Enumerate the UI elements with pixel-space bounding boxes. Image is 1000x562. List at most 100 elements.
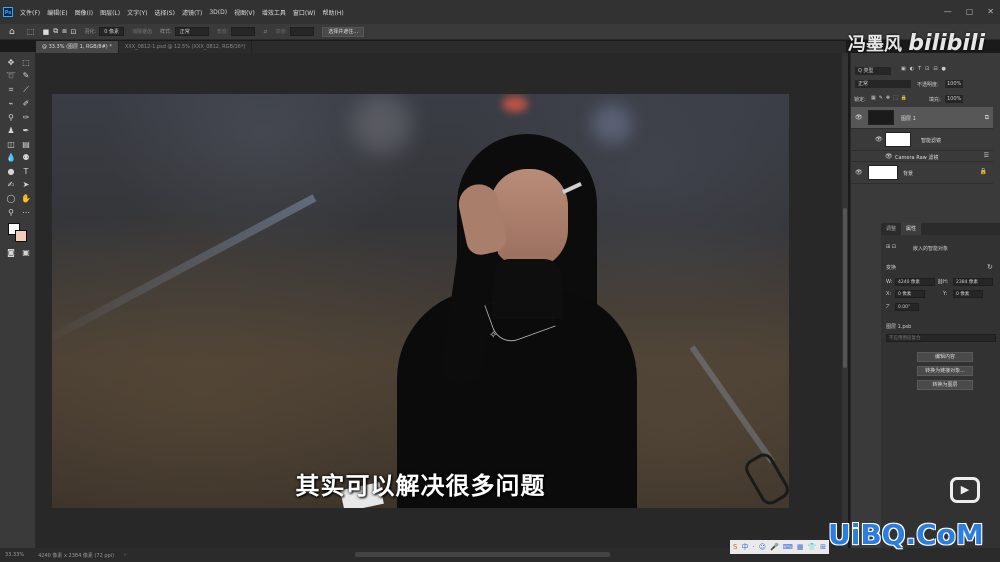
layer-comps-select[interactable]: 不应用图层复合 bbox=[886, 334, 996, 342]
type-tool-icon[interactable]: T bbox=[19, 165, 33, 178]
fill-input[interactable]: 100% bbox=[945, 95, 964, 103]
ellipse-tool-icon[interactable]: ◯ bbox=[4, 192, 18, 205]
lock-icons[interactable]: ▦✎✥⬚🔒 bbox=[871, 95, 910, 101]
menu-type[interactable]: 文字(Y) bbox=[127, 8, 147, 17]
edit-contents-button[interactable]: 编辑内容 bbox=[917, 352, 973, 362]
width-field[interactable]: 4240 像素 bbox=[895, 278, 935, 286]
zoom-tool-icon[interactable]: ⚲ bbox=[4, 206, 18, 219]
brush-tool-icon[interactable]: ✐ bbox=[19, 97, 33, 110]
keyboard-icon[interactable]: ⌨ bbox=[783, 543, 793, 551]
eye-icon[interactable]: 👁 bbox=[875, 136, 883, 143]
menu-layer[interactable]: 图层(L) bbox=[100, 8, 120, 17]
punctuation-icon[interactable]: · bbox=[752, 543, 754, 551]
layer-row-smart-filters[interactable]: 👁 智能滤镜 bbox=[851, 129, 993, 151]
status-menu-icon[interactable]: › bbox=[124, 552, 126, 558]
move-tool-icon[interactable]: ✥ bbox=[4, 56, 18, 69]
swap-icon[interactable]: ⇄ bbox=[263, 29, 267, 35]
menu-select[interactable]: 选择(S) bbox=[154, 8, 175, 17]
antialias-checkbox[interactable]: 消除锯齿 bbox=[132, 28, 152, 35]
tab-properties[interactable]: 属性 bbox=[901, 223, 922, 235]
style-select[interactable]: 正常 bbox=[174, 27, 209, 36]
menu-plugins[interactable]: 增效工具 bbox=[262, 8, 286, 17]
art-history-tool-icon[interactable]: ✒ bbox=[19, 124, 33, 137]
eraser-tool-icon[interactable]: ◫ bbox=[4, 138, 18, 151]
angle-field[interactable]: 0.00° bbox=[895, 303, 919, 311]
background-color-swatch[interactable] bbox=[15, 230, 27, 242]
menu-image[interactable]: 图像(I) bbox=[75, 8, 93, 17]
eyedropper-tool-icon[interactable]: ⟋ bbox=[19, 83, 33, 96]
history-brush-tool-icon[interactable]: ✑ bbox=[19, 111, 33, 124]
dodge-tool-icon[interactable]: ⚉ bbox=[19, 151, 33, 164]
more-tools-icon[interactable]: ⋯ bbox=[19, 206, 33, 219]
hand-tool-icon[interactable]: ✋ bbox=[19, 192, 33, 205]
filter-icons[interactable]: ▣◐T⊡⊟● bbox=[901, 66, 950, 72]
convert-to-layers-button[interactable]: 转换为图层 bbox=[917, 380, 973, 390]
zoom-level[interactable]: 33.33% bbox=[5, 552, 24, 558]
menu-grid-icon[interactable]: ⊞ bbox=[820, 543, 826, 551]
canvas-vertical-scrollbar[interactable] bbox=[842, 53, 848, 548]
menu-edit[interactable]: 编辑(E) bbox=[47, 8, 67, 17]
width-input[interactable] bbox=[231, 27, 256, 36]
canvas-area[interactable]: ✧ 其实可以解决很多问题 bbox=[36, 53, 846, 548]
eye-icon[interactable]: 👁 bbox=[855, 114, 863, 121]
tab-document-2[interactable]: XXX_0812-1.psd @ 12.5% (XXX_0812, RGB/16… bbox=[119, 41, 253, 53]
height-field[interactable]: 2384 像素 bbox=[953, 278, 993, 286]
menu-view[interactable]: 视图(V) bbox=[234, 8, 255, 17]
screen-mode-icon[interactable]: ▣ bbox=[19, 246, 33, 259]
x-field[interactable]: 0 像素 bbox=[895, 290, 925, 298]
quick-mask-icon[interactable]: ◙ bbox=[4, 246, 18, 259]
filter-options-icon[interactable]: ☰ bbox=[984, 152, 989, 159]
menu-filter[interactable]: 滤镜(T) bbox=[182, 8, 202, 17]
crop-tool-icon[interactable]: ⌗ bbox=[4, 83, 18, 96]
path-select-tool-icon[interactable]: ➤ bbox=[19, 178, 33, 191]
scrollbar-thumb[interactable] bbox=[843, 208, 847, 368]
sponge-tool-icon[interactable]: ● bbox=[4, 165, 18, 178]
convert-to-linked-button[interactable]: 转换为链接对象... bbox=[917, 366, 973, 376]
menu-window[interactable]: 窗口(W) bbox=[293, 8, 316, 17]
select-and-mask-button[interactable]: 选择并遮住... bbox=[322, 26, 365, 37]
quick-select-tool-icon[interactable]: ✎ bbox=[19, 69, 33, 82]
tab-document-active[interactable]: @ 33.3% (图层 1, RGB/8#) * bbox=[36, 41, 119, 53]
add-selection-icon[interactable]: ⧉ bbox=[53, 27, 58, 36]
height-input[interactable] bbox=[290, 27, 315, 36]
emoji-icon[interactable]: ☺ bbox=[759, 543, 766, 551]
layer-row-camera-raw[interactable]: 👁 Camera Raw 滤镜 ☰ bbox=[851, 151, 993, 162]
tab-adjustments[interactable]: 调整 bbox=[881, 223, 901, 235]
canvas-horizontal-scrollbar[interactable] bbox=[355, 552, 610, 557]
layer-row-layer1[interactable]: 👁 图层 1 ⧉ bbox=[851, 107, 993, 129]
opacity-input[interactable]: 100% bbox=[945, 80, 964, 88]
y-field[interactable]: 0 像素 bbox=[953, 290, 983, 298]
intersect-selection-icon[interactable]: ⊡ bbox=[71, 28, 77, 36]
healing-brush-tool-icon[interactable]: ⌁ bbox=[4, 97, 18, 110]
camera-raw-filter-label[interactable]: Camera Raw 滤镜 bbox=[895, 154, 938, 161]
menu-help[interactable]: 帮助(H) bbox=[323, 8, 344, 17]
subtract-selection-icon[interactable]: ⧈ bbox=[62, 27, 66, 36]
clone-stamp-tool-icon[interactable]: ⚲ bbox=[4, 111, 18, 124]
microphone-icon[interactable]: 🎤 bbox=[770, 543, 779, 551]
document-canvas[interactable]: ✧ 其实可以解决很多问题 bbox=[52, 94, 789, 508]
feather-input[interactable]: 0 像素 bbox=[99, 27, 124, 36]
home-icon[interactable]: ⌂ bbox=[9, 27, 19, 37]
stamp-tool-icon[interactable]: ♟ bbox=[4, 124, 18, 137]
new-selection-icon[interactable]: ■ bbox=[43, 28, 50, 36]
lasso-tool-icon[interactable]: ➰ bbox=[4, 69, 18, 82]
maximize-icon[interactable]: ▢ bbox=[966, 7, 974, 16]
marquee-tool-icon[interactable]: ⬚ bbox=[27, 27, 35, 36]
ime-language[interactable]: 中 bbox=[741, 542, 748, 552]
layer-name[interactable]: 背景 bbox=[903, 170, 913, 177]
gradient-tool-icon[interactable]: ▤ bbox=[19, 138, 33, 151]
blur-tool-icon[interactable]: 💧 bbox=[4, 151, 18, 164]
layer-filter-select[interactable]: Q 类型 bbox=[855, 67, 891, 75]
sogou-icon[interactable]: S bbox=[733, 543, 737, 551]
layer-name[interactable]: 图层 1 bbox=[901, 115, 916, 122]
reset-icon[interactable]: ↻ bbox=[987, 263, 993, 271]
close-icon[interactable]: ✕ bbox=[987, 7, 994, 16]
menu-file[interactable]: 文件(F) bbox=[20, 8, 40, 17]
skin-icon[interactable]: 👕 bbox=[807, 543, 816, 551]
blend-mode-select[interactable]: 正常 bbox=[855, 80, 911, 88]
pen-tool-icon[interactable]: ✍ bbox=[4, 178, 18, 191]
toolbox-icon[interactable]: ▦ bbox=[797, 543, 804, 551]
eye-icon[interactable]: 👁 bbox=[885, 153, 893, 160]
rect-marquee-tool-icon[interactable]: ⬚ bbox=[19, 56, 33, 69]
eye-icon[interactable]: 👁 bbox=[855, 169, 863, 176]
